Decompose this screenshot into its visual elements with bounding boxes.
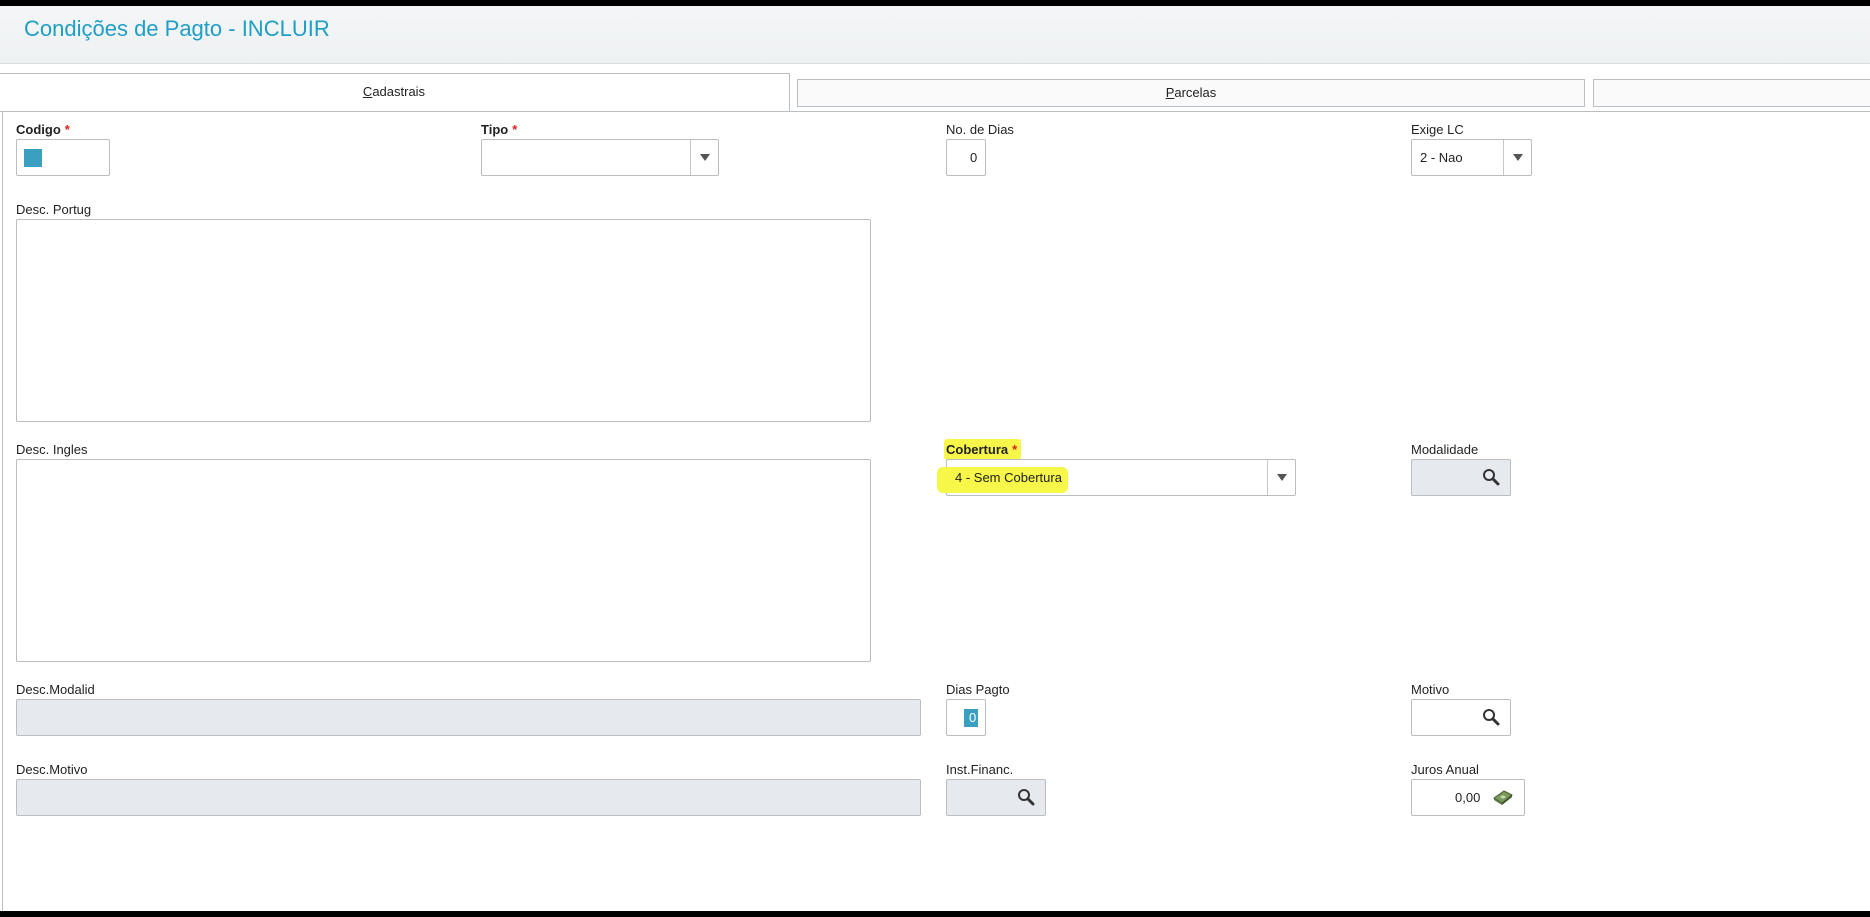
desc-motivo-label: Desc.Motivo (16, 762, 88, 777)
codigo-label: Codigo * (16, 122, 70, 137)
tab-parcelas[interactable]: Parcelas (797, 79, 1585, 107)
panel-border (2, 111, 3, 911)
juros-anual-value: 0,00 (1455, 790, 1481, 805)
cobertura-label-text: Cobertura (946, 442, 1009, 457)
search-icon[interactable] (1482, 708, 1500, 726)
desc-ingles-label: Desc. Ingles (16, 442, 88, 457)
juros-anual-label: Juros Anual (1411, 762, 1479, 777)
search-icon[interactable] (1017, 788, 1035, 806)
dias-pagto-label: Dias Pagto (946, 682, 1010, 697)
inst-financ-label: Inst.Financ. (946, 762, 1014, 777)
required-mark: * (64, 122, 70, 137)
desc-portug-textarea[interactable] (16, 219, 871, 422)
exige-lc-select[interactable]: 2 - Nao (1411, 139, 1532, 176)
tab-cadastrais-hotkey: C (362, 84, 373, 99)
chevron-down-icon[interactable] (1267, 460, 1295, 495)
modalidade-lookup[interactable] (1411, 459, 1511, 496)
search-icon[interactable] (1482, 468, 1500, 486)
motivo-lookup[interactable] (1411, 699, 1511, 736)
tipo-label: Tipo * (481, 122, 517, 137)
cobertura-select[interactable]: 4 - Sem Cobertura (937, 459, 1296, 496)
tab-cadastrais[interactable]: Cadastrais (0, 73, 790, 111)
chevron-down-icon[interactable] (690, 140, 718, 175)
dias-pagto-value: 0 (969, 710, 977, 725)
dias-pagto-input[interactable]: 0 (946, 699, 986, 736)
cobertura-value: 4 - Sem Cobertura (955, 470, 1062, 485)
tipo-label-text: Tipo (481, 122, 509, 137)
codigo-label-text: Codigo (16, 122, 61, 137)
tipo-select[interactable] (481, 139, 719, 176)
inst-financ-lookup[interactable] (946, 779, 1046, 816)
desc-motivo-input (16, 779, 921, 816)
required-mark: * (1012, 442, 1018, 457)
required-mark: * (512, 122, 518, 137)
modalidade-label: Modalidade (1411, 442, 1479, 457)
motivo-label: Motivo (1411, 682, 1450, 697)
desc-portug-label: Desc. Portug (16, 202, 92, 217)
codigo-input[interactable] (16, 139, 110, 176)
no-dias-value: 0 (970, 150, 978, 165)
no-dias-label: No. de Dias (946, 122, 1014, 137)
app-frame: Condições de Pagto - INCLUIR Cadastrais … (0, 6, 1870, 911)
text-cursor (24, 149, 42, 167)
page-title: Condições de Pagto - INCLUIR (24, 16, 330, 41)
tab-divider (0, 111, 1870, 112)
tab-cadastrais-label: adastrais (372, 84, 426, 99)
desc-modalid-input (16, 699, 921, 736)
cobertura-label: Cobertura * (944, 439, 1022, 460)
tab-third[interactable] (1593, 79, 1870, 107)
desc-ingles-textarea[interactable] (16, 459, 871, 662)
chevron-down-icon[interactable] (1503, 140, 1531, 175)
exige-lc-value: 2 - Nao (1420, 150, 1463, 165)
tab-parcelas-label: arcelas (1174, 85, 1217, 100)
no-dias-input[interactable]: 0 (946, 139, 986, 176)
money-icon[interactable] (1492, 788, 1514, 806)
title-bar: Condições de Pagto - INCLUIR (0, 6, 1870, 64)
juros-anual-input[interactable]: 0,00 (1411, 779, 1525, 816)
desc-modalid-label: Desc.Modalid (16, 682, 95, 697)
exige-lc-label: Exige LC (1411, 122, 1464, 137)
